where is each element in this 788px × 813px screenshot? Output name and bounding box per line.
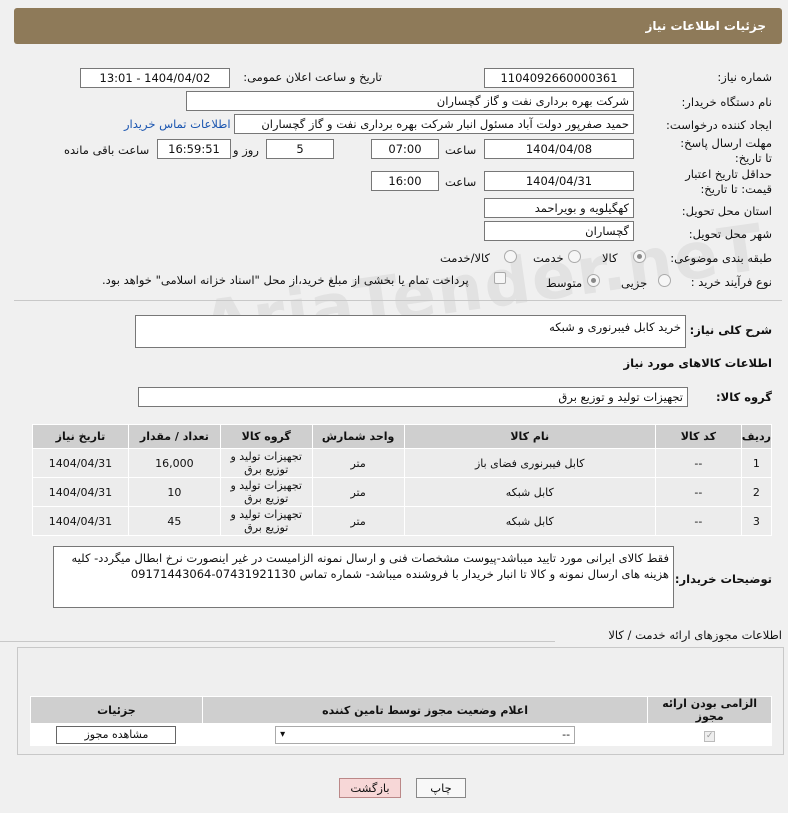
permits-section-title: اطلاعات مجوزهای ارائه خدمت / کالا xyxy=(608,628,782,642)
permit-status-cell: -- ▾ xyxy=(201,723,649,746)
col-header-date: تاریخ نیاز xyxy=(32,424,129,449)
table-row: 3 -- کابل شبکه متر تجهیزات تولید و توزیع… xyxy=(32,506,773,536)
cell-date: 1404/04/31 xyxy=(32,506,129,536)
remaining-time-field: 16:59:51 xyxy=(157,139,231,159)
buyer-org-label: نام دستگاه خریدار: xyxy=(681,95,772,109)
cell-name: کابل شبکه xyxy=(403,506,656,536)
goods-section-title: اطلاعات کالاهای مورد نیاز xyxy=(623,356,772,370)
cell-qty: 45 xyxy=(127,506,221,536)
price-validity-date-field: 1404/04/31 xyxy=(484,171,634,191)
print-button[interactable]: چاپ xyxy=(416,778,466,798)
goods-group-field: تجهیزات تولید و توزیع برق xyxy=(138,387,688,407)
category-option-goods: کالا xyxy=(602,251,618,265)
divider xyxy=(0,641,555,642)
col-header-row: ردیف xyxy=(740,424,773,449)
category-radio-goods-service[interactable] xyxy=(504,250,517,263)
contact-info-link[interactable]: اطلاعات تماس خریدار xyxy=(124,117,231,131)
city-field: گچساران xyxy=(484,221,634,241)
permit-required-cell: ✓ xyxy=(647,723,772,746)
price-validity-time-label: ساعت xyxy=(445,175,477,189)
page-header: جزئیات اطلاعات نیاز xyxy=(14,8,782,44)
permit-status-value: -- xyxy=(562,727,571,741)
cell-name: کابل شبکه xyxy=(403,477,656,507)
cell-date: 1404/04/31 xyxy=(32,477,129,507)
creator-label: ایجاد کننده درخواست: xyxy=(666,118,772,132)
col-header-qty: تعداد / مقدار xyxy=(127,424,221,449)
cell-qty: 10 xyxy=(127,477,221,507)
announce-label: تاریخ و ساعت اعلان عمومی: xyxy=(243,70,382,84)
cell-unit: متر xyxy=(311,448,405,478)
buyer-notes-textarea: فقط کالای ایرانی مورد تایید میباشد-پیوست… xyxy=(53,546,674,608)
price-validity-label: حداقل تاریخ اعتبار قیمت: تا تاریخ: xyxy=(685,167,772,196)
days-field: 5 xyxy=(266,139,334,159)
need-number-label: شماره نیاز: xyxy=(717,70,772,84)
items-table: ردیف کد کالا نام کالا واحد شمارش گروه کا… xyxy=(32,424,773,536)
page-title: جزئیات اطلاعات نیاز xyxy=(645,19,766,33)
cell-date: 1404/04/31 xyxy=(32,448,129,478)
cell-name: کابل فیبرنوری فضای باز xyxy=(403,448,656,478)
process-option-minor: جزیی xyxy=(621,276,648,290)
process-radio-minor[interactable] xyxy=(658,274,671,287)
cell-unit: متر xyxy=(311,477,405,507)
cell-row: 3 xyxy=(740,506,773,536)
cell-group: تجهیزات تولید و توزیع برق xyxy=(219,448,313,478)
category-label: طبقه بندی موضوعی: xyxy=(670,251,772,265)
back-button[interactable]: بازگشت xyxy=(339,778,401,798)
deadline-time-label: ساعت xyxy=(445,143,477,157)
deadline-date-field: 1404/04/08 xyxy=(484,139,634,159)
cell-qty: 16,000 xyxy=(127,448,221,478)
cell-row: 2 xyxy=(740,477,773,507)
cell-code: -- xyxy=(654,477,742,507)
table-row: 2 -- کابل شبکه متر تجهیزات تولید و توزیع… xyxy=(32,477,773,507)
province-label: استان محل تحویل: xyxy=(681,204,772,218)
permit-status-select[interactable]: -- ▾ xyxy=(275,725,576,744)
cell-code: -- xyxy=(654,506,742,536)
province-field: کهگیلویه و بویراحمد xyxy=(484,198,634,218)
creator-field: حمید صفرپور دولت آباد مسئول انبار شرکت ب… xyxy=(234,114,634,134)
category-option-service: خدمت xyxy=(533,251,564,265)
permit-col-status: اعلام وضعیت مجوز توسط تامین کننده xyxy=(201,696,649,724)
announce-field: 1404/04/02 - 13:01 xyxy=(80,68,230,88)
description-textarea: خرید کابل فیبرنوری و شبکه xyxy=(135,315,686,348)
category-radio-service[interactable] xyxy=(568,250,581,263)
permit-details-cell: مشاهده مجوز xyxy=(30,723,203,746)
required-check-icon: ✓ xyxy=(704,730,716,742)
view-permit-button[interactable]: مشاهده مجوز xyxy=(56,725,177,744)
buyer-org-field: شرکت بهره برداری نفت و گاز گچساران xyxy=(186,91,634,111)
chevron-down-icon: ▾ xyxy=(280,728,286,740)
need-number-field: 1104092660000361 xyxy=(484,68,634,88)
table-row: 1 -- کابل فیبرنوری فضای باز متر تجهیزات … xyxy=(32,448,773,478)
permit-col-details: جزئیات xyxy=(30,696,203,724)
price-validity-time-field: 16:00 xyxy=(371,171,439,191)
days-label: روز و xyxy=(233,143,259,157)
payment-note: پرداخت تمام یا بخشی از مبلغ خرید،از محل … xyxy=(102,273,469,287)
col-header-unit: واحد شمارش xyxy=(311,424,405,449)
col-header-group: گروه کالا xyxy=(219,424,313,449)
divider xyxy=(14,300,782,301)
remaining-label: ساعت باقی مانده xyxy=(64,143,150,157)
permit-col-required: الزامی بودن ارائه مجوز xyxy=(647,696,772,724)
table-row: ✓ -- ▾ مشاهده مجوز xyxy=(30,723,772,746)
buyer-notes-label: توضیحات خریدار: xyxy=(674,572,772,586)
goods-group-label: گروه کالا: xyxy=(716,390,772,404)
deadline-label: مهلت ارسال پاسخ: تا تاریخ: xyxy=(680,136,772,165)
process-option-medium: متوسط xyxy=(546,276,583,290)
cell-group: تجهیزات تولید و توزیع برق xyxy=(219,477,313,507)
cell-row: 1 xyxy=(740,448,773,478)
col-header-name: نام کالا xyxy=(403,424,656,449)
deadline-time-field: 07:00 xyxy=(371,139,439,159)
cell-unit: متر xyxy=(311,506,405,536)
cell-code: -- xyxy=(654,448,742,478)
permits-table: الزامی بودن ارائه مجوز اعلام وضعیت مجوز … xyxy=(30,696,772,746)
col-header-code: کد کالا xyxy=(654,424,742,449)
cell-group: تجهیزات تولید و توزیع برق xyxy=(219,506,313,536)
category-radio-goods[interactable] xyxy=(633,250,646,263)
category-option-goods-service: کالا/خدمت xyxy=(440,251,491,265)
process-label: نوع فرآیند خرید : xyxy=(690,275,772,289)
process-radio-medium[interactable] xyxy=(587,274,600,287)
payment-treasury-checkbox[interactable] xyxy=(494,272,506,284)
description-label: شرح کلی نیاز: xyxy=(689,323,772,337)
city-label: شهر محل تحویل: xyxy=(688,227,772,241)
